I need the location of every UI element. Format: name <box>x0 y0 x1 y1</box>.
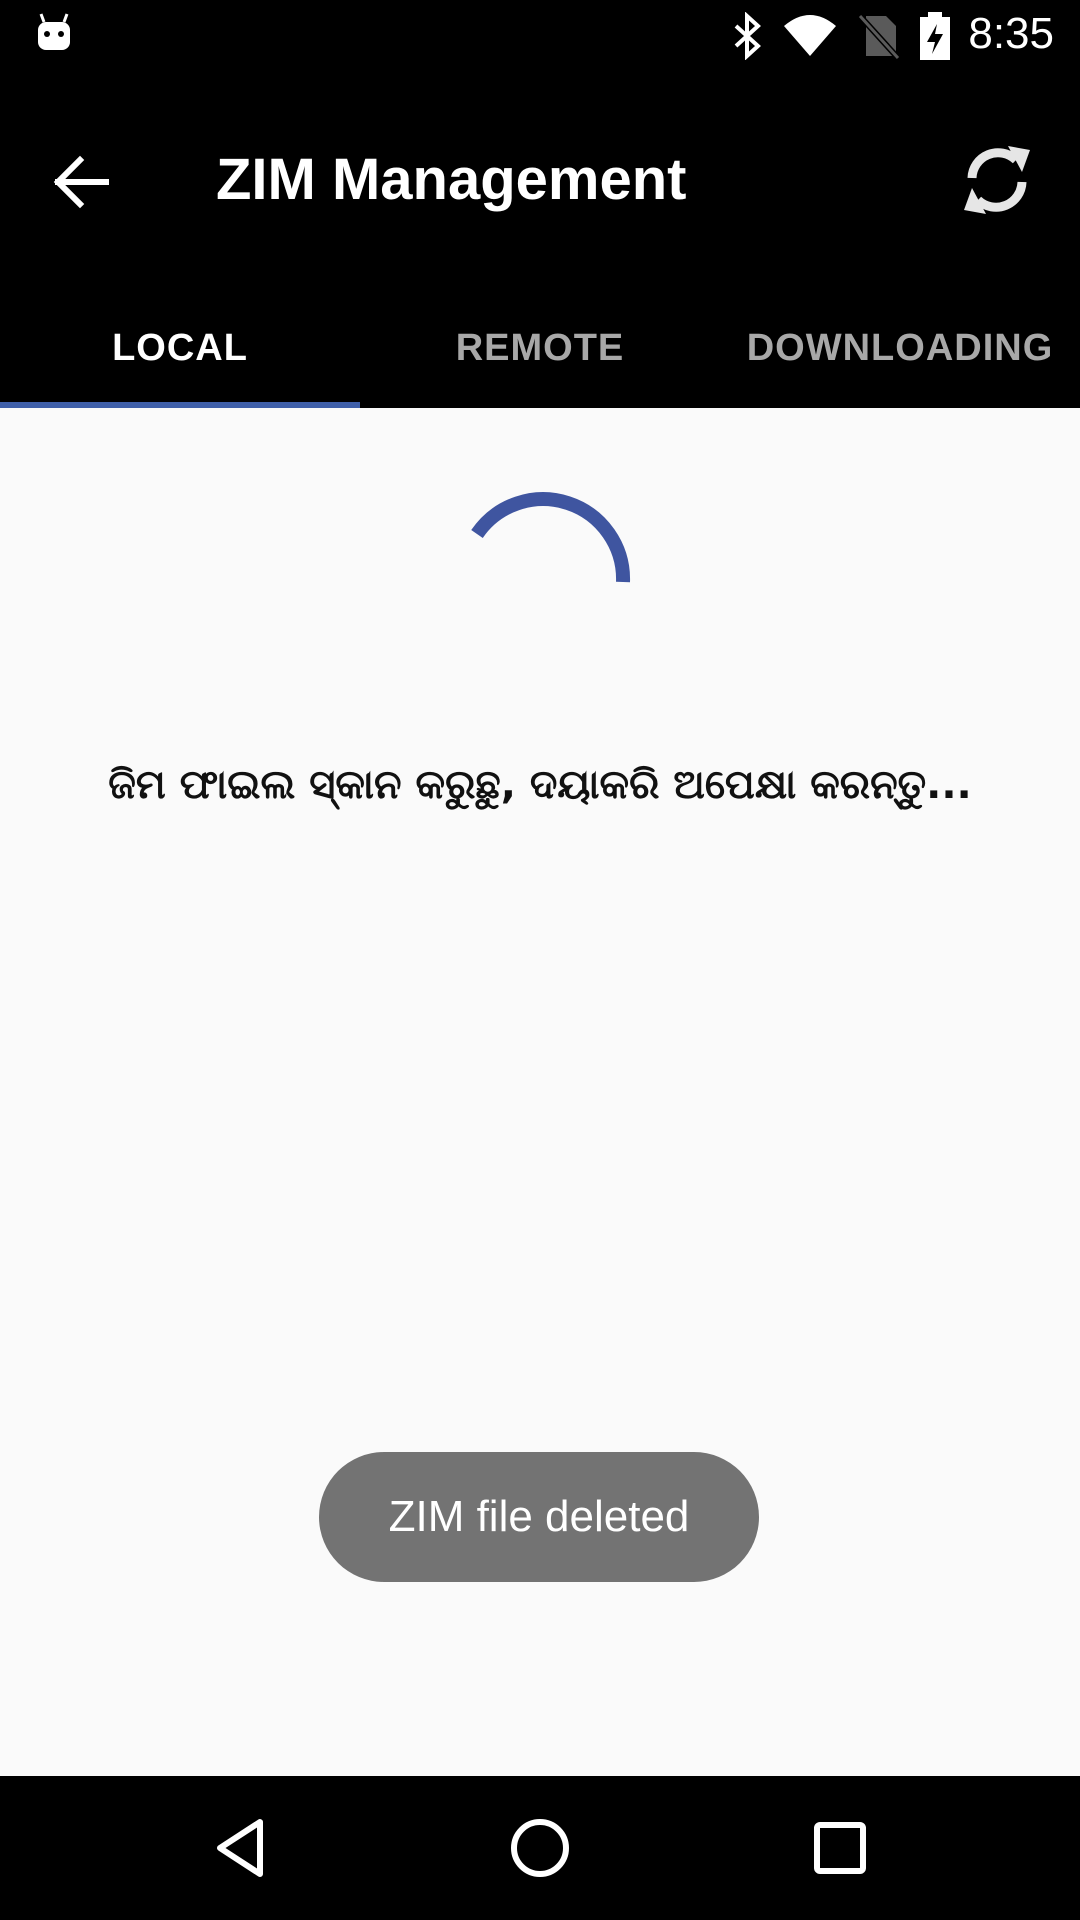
toolbar: ZIM Management <box>0 72 1080 288</box>
android-debug-icon <box>38 13 70 50</box>
toast: ZIM file deleted <box>319 1452 759 1582</box>
wifi-icon <box>784 15 836 56</box>
back-triangle-icon[interactable] <box>206 1812 278 1884</box>
status-bar: 8:35 <box>0 0 1080 72</box>
bluetooth-icon <box>734 12 761 60</box>
status-time: 8:35 <box>968 9 1054 58</box>
tab-downloading[interactable]: DOWNLOADING <box>720 288 1080 408</box>
local-content: ଜିମ ଫାଇଲ ସ୍କାନ କରୁଛୁ, ଦୟାକରି ଅପେକ୍ଷା କରନ… <box>0 408 1080 1776</box>
scan-message: ଜିମ ଫାଇଲ ସ୍କାନ କରୁଛୁ, ଦୟାକରି ଅପେକ୍ଷା କରନ… <box>108 762 972 808</box>
battery-charging-icon <box>920 12 950 60</box>
refresh-icon[interactable] <box>958 140 1036 220</box>
recents-square-icon[interactable] <box>804 1812 876 1884</box>
tab-bar: LOCAL REMOTE DOWNLOADING <box>0 288 1080 408</box>
no-sim-icon <box>857 13 900 60</box>
navigation-bar <box>0 1776 1080 1920</box>
screen: 8:35 ZIM Management LOCAL REMOTE DOWNLOA… <box>0 0 1080 1920</box>
tab-remote[interactable]: REMOTE <box>360 288 720 408</box>
arrow-back-icon[interactable] <box>44 142 124 222</box>
home-circle-icon[interactable] <box>504 1812 576 1884</box>
tab-local[interactable]: LOCAL <box>0 288 360 408</box>
loading-spinner <box>471 492 631 583</box>
toolbar-title: ZIM Management <box>216 147 687 212</box>
